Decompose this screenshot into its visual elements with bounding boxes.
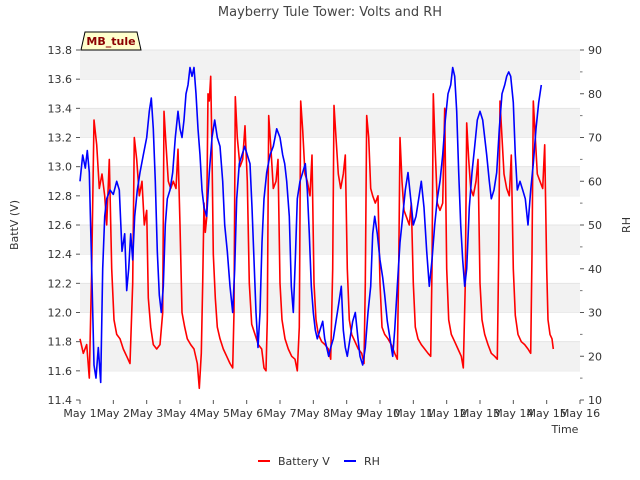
- legend: Battery V RH: [258, 455, 380, 468]
- y-right-tick-label: 30: [588, 307, 602, 320]
- y-left-tick-label: 11.6: [48, 365, 73, 378]
- y-left-tick-label: 13.6: [48, 73, 73, 86]
- chart-title: Mayberry Tule Tower: Volts and RH: [218, 5, 442, 20]
- grid-band: [80, 50, 580, 80]
- y-left-tick-label: 12.8: [48, 190, 73, 203]
- grid-band: [80, 108, 580, 138]
- x-tick-label: May 1: [63, 407, 96, 420]
- x-tick-label: May 4: [163, 407, 196, 420]
- x-axis-label: Time: [551, 423, 579, 436]
- y-left-tick-label: 13.4: [48, 102, 73, 115]
- y-right-tick-label: 70: [588, 132, 602, 145]
- y-right-tick-label: 10: [588, 394, 602, 407]
- x-tick-label: May 9: [330, 407, 363, 420]
- y-left-tick-label: 13.8: [48, 44, 73, 57]
- y-axis-left-label: BattV (V): [8, 200, 21, 250]
- y-right-tick-label: 20: [588, 350, 602, 363]
- y-left-tick-label: 12.6: [48, 219, 73, 232]
- station-badge-label: MB_tule: [86, 35, 135, 48]
- y-right-tick-label: 90: [588, 44, 602, 57]
- x-tick-label: May 7: [263, 407, 296, 420]
- x-tick-label: May 6: [230, 407, 263, 420]
- y-left-tick-label: 11.8: [48, 336, 73, 349]
- y-left-tick-label: 12.4: [48, 248, 73, 261]
- x-tick-label: May 16: [560, 407, 600, 420]
- y-left-tick-label: 12.0: [48, 307, 73, 320]
- y-axis-right-label: RH: [620, 217, 633, 233]
- y-left-tick-label: 13.0: [48, 161, 73, 174]
- y-right-tick-label: 50: [588, 219, 602, 232]
- x-tick-label: May 2: [97, 407, 130, 420]
- chart: 11.4 11.6 11.8 12.0 12.2 12.4 12.6 12.8 13.0 13.2…: [8, 5, 633, 468]
- x-tick-label: May 3: [130, 407, 163, 420]
- legend-label-battery-v: Battery V: [278, 455, 330, 468]
- grid-band: [80, 283, 580, 313]
- y-left-tick-label: 12.2: [48, 277, 73, 290]
- grid-band: [80, 225, 580, 255]
- y-right-tick-label: 60: [588, 175, 602, 188]
- y-left-tick-label: 13.2: [48, 132, 73, 145]
- y-right-tick-label: 80: [588, 88, 602, 101]
- y-left-tick-label: 11.4: [48, 394, 73, 407]
- legend-label-rh: RH: [364, 455, 380, 468]
- x-tick-label: May 5: [197, 407, 230, 420]
- x-tick-label: May 8: [297, 407, 330, 420]
- station-badge: MB_tule: [80, 31, 142, 51]
- y-right-tick-label: 40: [588, 263, 602, 276]
